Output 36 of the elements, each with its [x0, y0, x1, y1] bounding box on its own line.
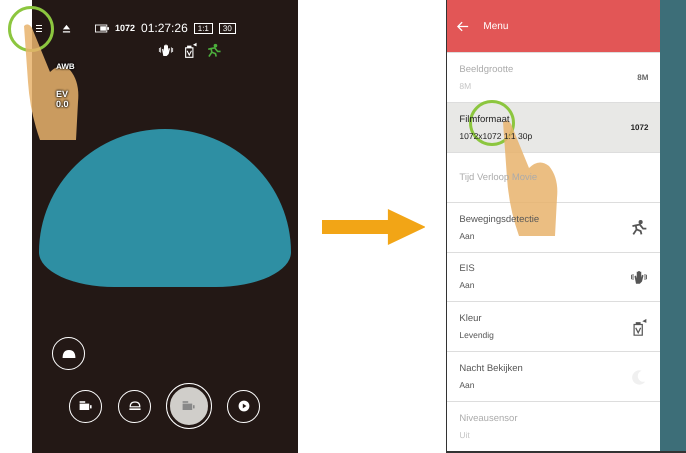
resolution-label: 1072	[115, 23, 136, 33]
video-camera-icon	[78, 400, 94, 412]
setting-badge-icon: 8M	[637, 72, 648, 82]
menu-item-title: Kleur	[459, 313, 483, 324]
back-arrow-icon[interactable]	[457, 20, 470, 32]
menu-item-title: Nacht Bekijken	[459, 363, 523, 374]
scene-button[interactable]	[52, 337, 85, 370]
menu-item-title: EIS	[459, 263, 475, 274]
playback-button[interactable]	[227, 390, 260, 422]
video-camera-icon	[181, 400, 198, 412]
dome-icon	[126, 400, 143, 412]
aspect-ratio-badge: 1:1	[194, 22, 213, 34]
menu-icon[interactable]	[36, 24, 42, 32]
frame-rate-badge: 30	[218, 22, 236, 34]
menu-item-value: Uit	[459, 430, 471, 440]
recording-time: 01:27:26	[141, 21, 188, 35]
battery-icon	[95, 24, 109, 32]
menu-item-value: Levendig	[459, 330, 494, 340]
video-mode-button[interactable]	[69, 390, 102, 422]
shaking-hand-icon	[158, 42, 174, 58]
menu-item-value: Aan	[459, 280, 475, 290]
exposure-label: EV	[56, 89, 69, 99]
running-person-icon	[206, 42, 222, 58]
setting-badge-icon: 1072	[630, 122, 648, 132]
menu-item-title: Niveausensor	[459, 413, 518, 424]
arrow-icon	[322, 208, 426, 244]
dome-mode-button[interactable]	[118, 390, 152, 422]
menu-item-value: Aan	[459, 230, 476, 241]
menu-title: Menu	[483, 20, 508, 32]
eject-icon[interactable]	[62, 24, 71, 32]
play-icon	[236, 400, 252, 412]
running-person-icon	[630, 218, 648, 236]
record-button[interactable]	[167, 384, 212, 428]
menu-item-value: 8M	[459, 80, 472, 91]
menu-item-value: Aan	[459, 380, 476, 390]
menu-item-title: Beeldgrootte	[459, 64, 514, 75]
